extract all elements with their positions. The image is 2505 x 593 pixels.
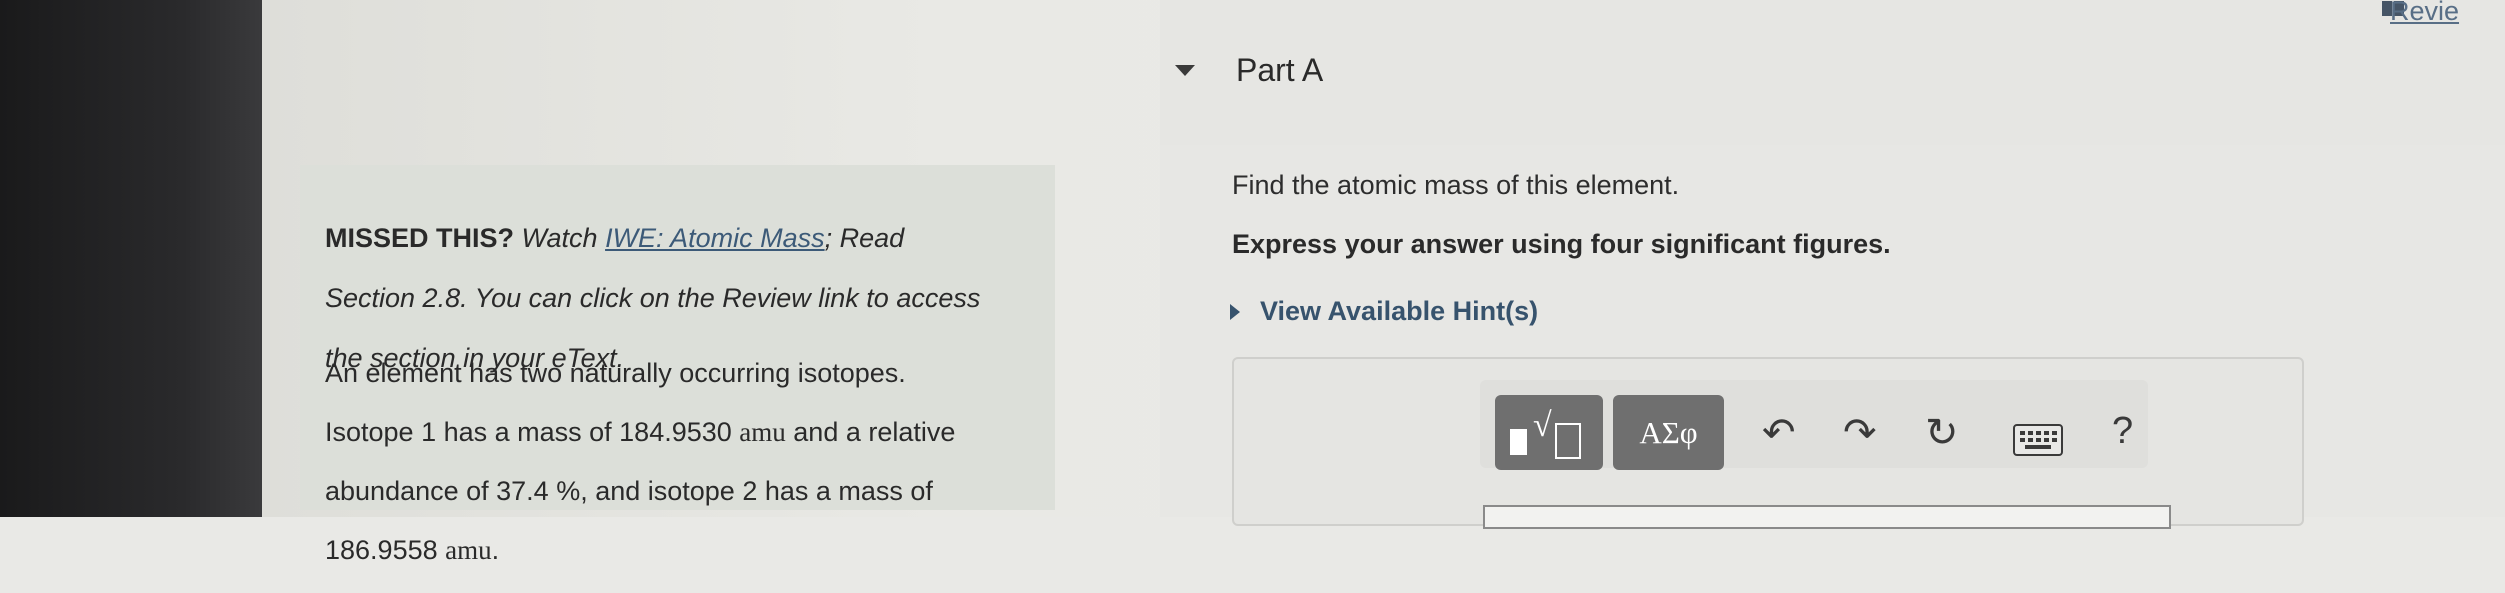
templates-button[interactable]: √: [1495, 395, 1603, 470]
iwe-atomic-mass-link[interactable]: IWE: Atomic Mass: [605, 223, 825, 253]
relative-text: and a relative: [785, 417, 956, 447]
missed-label: MISSED THIS?: [325, 223, 515, 253]
undo-icon[interactable]: ↶: [1762, 410, 1796, 456]
problem-line-4: 186.9558 amu.: [325, 534, 1045, 566]
problem-line-3: abundance of 37.4 %, and isotope 2 has a…: [325, 476, 933, 506]
missed-line-2: Section 2.8. You can click on the Review…: [325, 283, 981, 313]
hint-label: View Available Hint(s): [1260, 296, 1539, 326]
redo-icon[interactable]: ↷: [1843, 410, 1877, 456]
question-prompt: Find the atomic mass of this element.: [1232, 170, 1680, 200]
problem-line-1: An element has two naturally occurring i…: [325, 358, 906, 388]
reset-icon[interactable]: ↻: [1925, 410, 1959, 456]
isotope1-text: Isotope 1 has a mass of 184.9530: [325, 417, 740, 447]
expand-icon: [1230, 303, 1240, 320]
view-hints-toggle[interactable]: View Available Hint(s): [1230, 296, 1538, 327]
screen-bezel: [0, 0, 262, 517]
review-link[interactable]: Revie: [2390, 0, 2459, 27]
collapse-icon[interactable]: [1175, 65, 1195, 76]
unit-amu-1: amu: [739, 417, 786, 447]
problem-statement: An element has two naturally occurring i…: [325, 330, 1045, 593]
watch-text: Watch: [514, 223, 606, 253]
read-text: ; Read: [824, 223, 905, 253]
part-header[interactable]: [1160, 0, 2505, 145]
answer-input[interactable]: [1483, 505, 2171, 529]
period: .: [491, 535, 500, 565]
answer-instruction: Express your answer using four significa…: [1232, 229, 1891, 259]
templates-icon: [1510, 429, 1527, 455]
isotope2-mass: 186.9558: [325, 535, 446, 565]
problem-line-2: Isotope 1 has a mass of 184.9530 amu and…: [325, 416, 1045, 448]
part-title[interactable]: Part A: [1236, 52, 1323, 89]
keyboard-icon[interactable]: [2013, 424, 2063, 456]
help-button[interactable]: ?: [2112, 410, 2133, 453]
unit-amu-2: amu: [445, 535, 492, 565]
template-box-icon: [1555, 423, 1581, 459]
greek-symbols-button[interactable]: ΑΣφ: [1613, 395, 1724, 470]
root-glyph: √: [1533, 407, 1552, 444]
